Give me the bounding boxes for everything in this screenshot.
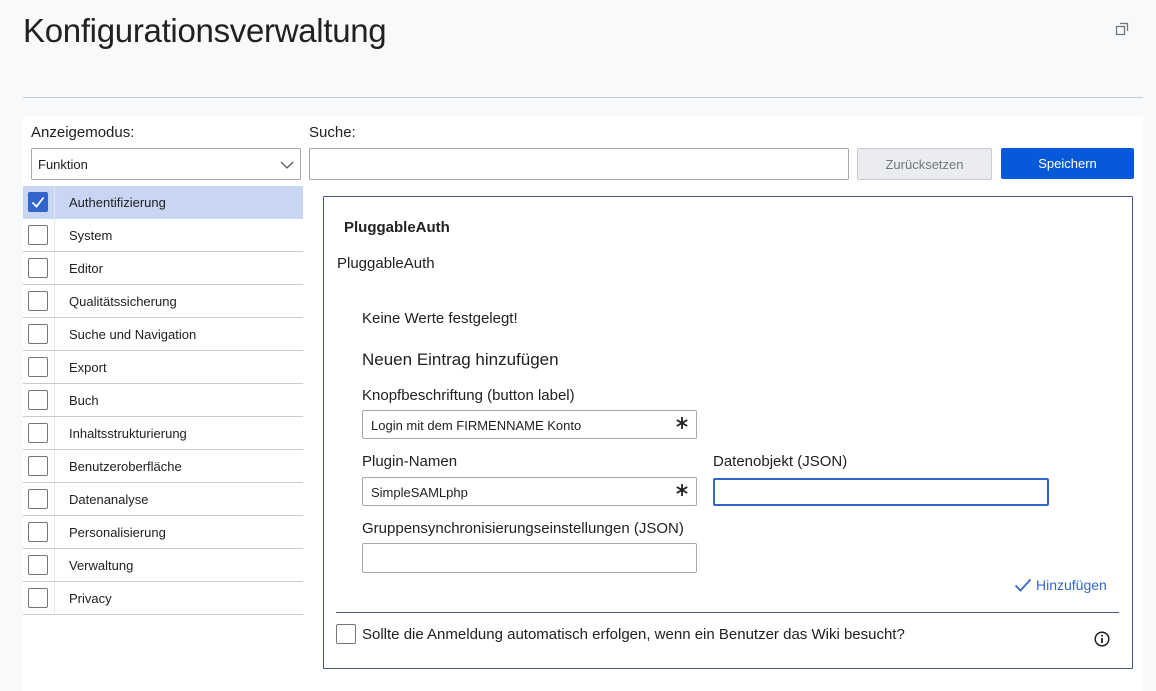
chevron-down-icon: [280, 161, 294, 169]
header-divider: [23, 97, 1143, 98]
plugin-name-label: Plugin-Namen: [362, 453, 458, 470]
sidebar-item-system[interactable]: System: [23, 219, 303, 252]
sidebar-checkbox[interactable]: [28, 423, 48, 443]
sidebar-checkbox[interactable]: [28, 192, 48, 212]
category-sidebar: Authentifizierung System Editor Qualität…: [23, 186, 303, 615]
view-mode-label: Anzeigemodus:: [31, 124, 135, 141]
sidebar-divider: [54, 417, 55, 449]
sidebar-item-label: Buch: [69, 392, 99, 408]
sidebar-item-buch[interactable]: Buch: [23, 384, 303, 417]
sidebar-divider: [54, 450, 55, 482]
sidebar-checkbox[interactable]: [28, 456, 48, 476]
sidebar-checkbox[interactable]: [28, 522, 48, 542]
add-entry-title: Neuen Eintrag hinzufügen: [362, 350, 559, 369]
sidebar-divider: [54, 318, 55, 350]
sidebar-checkbox[interactable]: [28, 324, 48, 344]
sidebar-item-label: Qualitätssicherung: [69, 293, 177, 309]
sidebar-divider: [54, 285, 55, 317]
sidebar-divider: [54, 483, 55, 515]
sidebar-divider: [54, 186, 55, 218]
sidebar-item-inhaltsstrukturierung[interactable]: Inhaltsstrukturierung: [23, 417, 303, 450]
sidebar-item-label: Benutzeroberfläche: [69, 458, 182, 474]
sidebar-item-editor[interactable]: Editor: [23, 252, 303, 285]
check-icon: [1014, 578, 1032, 592]
sidebar-item-verwaltung[interactable]: Verwaltung: [23, 549, 303, 582]
add-entry-link[interactable]: Hinzufügen: [1014, 577, 1107, 593]
sidebar-item-datenanalyse[interactable]: Datenanalyse: [23, 483, 303, 516]
data-object-label: Datenobjekt (JSON): [713, 453, 848, 470]
no-values-message: Keine Werte festgelegt!: [362, 310, 518, 327]
sidebar-divider: [54, 252, 55, 284]
group-sync-label: Gruppensynchronisierungseinstellungen (J…: [362, 520, 684, 537]
sidebar-item-export[interactable]: Export: [23, 351, 303, 384]
button-label-label: Knopfbeschriftung (button label): [362, 387, 575, 404]
sidebar-item-label: Suche und Navigation: [69, 326, 197, 342]
sidebar-item-privacy[interactable]: Privacy: [23, 582, 303, 615]
sidebar-divider: [54, 219, 55, 251]
sidebar-item-suche-und-navigation[interactable]: Suche und Navigation: [23, 318, 303, 351]
search-label: Suche:: [309, 124, 356, 141]
sidebar-checkbox[interactable]: [28, 258, 48, 278]
plugin-name-value: SimpleSAMLphp: [371, 485, 468, 500]
sidebar-checkbox[interactable]: [28, 390, 48, 410]
sidebar-item-label: Authentifizierung: [69, 194, 166, 210]
config-panel: Anzeigemodus: Funktion Suche: Zurücksetz…: [23, 116, 1143, 691]
expand-icon[interactable]: [1114, 21, 1130, 37]
data-object-field[interactable]: [713, 478, 1049, 506]
save-button[interactable]: Speichern: [1001, 148, 1134, 179]
auto-login-label: Sollte die Anmeldung automatisch erfolge…: [362, 626, 905, 643]
sidebar-checkbox[interactable]: [28, 357, 48, 377]
pluggableauth-section: PluggableAuth PluggableAuth Keine Werte …: [323, 196, 1133, 669]
sidebar-item-authentifizierung[interactable]: Authentifizierung: [23, 186, 303, 219]
sidebar-divider: [54, 582, 55, 614]
button-label-field[interactable]: Login mit dem FIRMENNAME Konto: [362, 410, 697, 439]
sidebar-item-qualitaetssicherung[interactable]: Qualitätssicherung: [23, 285, 303, 318]
sidebar-item-label: Privacy: [69, 590, 112, 606]
sidebar-item-benutzeroberflaeche[interactable]: Benutzeroberfläche: [23, 450, 303, 483]
sidebar-divider: [54, 384, 55, 416]
sidebar-item-label: Inhaltsstrukturierung: [69, 425, 187, 441]
required-icon: [676, 484, 688, 496]
sidebar-item-personalisierung[interactable]: Personalisierung: [23, 516, 303, 549]
sidebar-divider: [54, 351, 55, 383]
section-title: PluggableAuth: [344, 219, 450, 236]
sidebar-checkbox[interactable]: [28, 588, 48, 608]
sidebar-item-label: Editor: [69, 260, 103, 276]
sidebar-checkbox[interactable]: [28, 291, 48, 311]
search-input[interactable]: [309, 148, 849, 180]
sidebar-checkbox[interactable]: [28, 489, 48, 509]
plugin-name-field[interactable]: SimpleSAMLphp: [362, 477, 697, 506]
auto-login-checkbox[interactable]: [336, 624, 356, 644]
sidebar-item-label: Verwaltung: [69, 557, 134, 573]
info-icon[interactable]: [1094, 631, 1110, 647]
sidebar-divider: [54, 516, 55, 548]
sidebar-item-label: Personalisierung: [69, 524, 166, 540]
add-entry-label: Hinzufügen: [1036, 577, 1107, 593]
reset-button[interactable]: Zurücksetzen: [857, 148, 992, 180]
required-icon: [676, 417, 688, 429]
view-mode-select[interactable]: Funktion: [31, 148, 301, 180]
check-icon: [31, 196, 45, 208]
sidebar-item-label: Datenanalyse: [69, 491, 149, 507]
sidebar-checkbox[interactable]: [28, 225, 48, 245]
button-label-value: Login mit dem FIRMENNAME Konto: [371, 418, 582, 433]
section-subtitle: PluggableAuth: [337, 255, 435, 272]
sidebar-divider: [54, 549, 55, 581]
sidebar-item-label: System: [69, 227, 113, 243]
page-title: Konfigurationsverwaltung: [23, 12, 387, 49]
view-mode-value: Funktion: [38, 157, 88, 172]
group-sync-field[interactable]: [362, 543, 697, 573]
sidebar-item-label: Export: [69, 359, 107, 375]
section-separator: [336, 612, 1119, 613]
sidebar-checkbox[interactable]: [28, 555, 48, 575]
